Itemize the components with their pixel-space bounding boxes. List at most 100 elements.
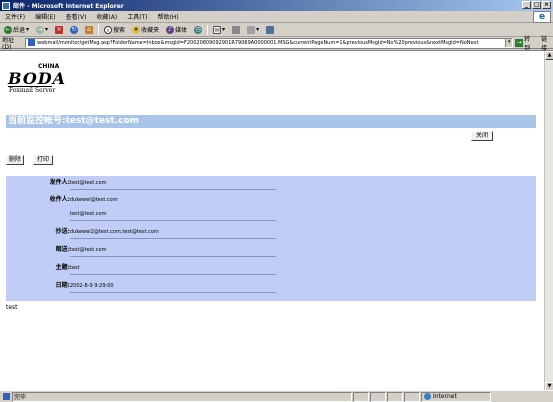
status-cell	[353, 391, 369, 402]
forward-button[interactable]: → ▾	[34, 25, 50, 34]
page-done-icon	[3, 393, 10, 400]
field-row-date: 日期: 2002-8-9 9:29:00	[6, 281, 276, 293]
window-title: 邮件 - Microsoft Internet Explorer	[13, 3, 124, 10]
page-icon	[28, 39, 36, 46]
ie-logo-icon: e	[533, 11, 551, 23]
toolbar-separator	[98, 24, 100, 35]
search-label: 搜索	[113, 27, 126, 34]
row-divider	[70, 256, 276, 257]
chevron-down-icon[interactable]: ▾	[45, 26, 48, 33]
refresh-icon: ↻	[70, 25, 79, 34]
chevron-down-icon[interactable]: ▾	[256, 26, 259, 33]
menu-help[interactable]: 帮助(H)	[153, 12, 184, 21]
date-label: 日期:	[55, 282, 70, 289]
field-row-bcc: 暗送: test@test.com	[6, 245, 276, 257]
field-row-from: 发件人: test@test.com	[6, 178, 276, 190]
search-button[interactable]: ⌕ 搜索	[102, 25, 127, 34]
back-button[interactable]: ← 后退 ▾	[2, 25, 31, 34]
go-label: 转到	[524, 35, 531, 52]
ie-page-icon	[2, 1, 10, 10]
field-row-cc: 抄送: dukewei2@test.com,test@test.com	[6, 227, 276, 239]
status-cell	[404, 391, 420, 402]
scroll-up-icon[interactable]: ▲	[545, 51, 553, 60]
menu-favorites[interactable]: 收藏(A)	[91, 12, 122, 21]
print-button-toolbar[interactable]	[230, 25, 242, 34]
menu-file[interactable]: 文件(F)	[0, 12, 30, 21]
history-icon: ◷	[194, 25, 203, 34]
cc-value: dukewei2@test.com,test@test.com	[70, 229, 159, 235]
row-divider	[70, 238, 276, 239]
edit-icon	[247, 25, 256, 34]
address-input[interactable]: webmail/monitor/getMsg.asp?FolderName=In…	[25, 37, 514, 48]
close-window-button[interactable]: ×	[542, 1, 551, 9]
subject-label: 主题:	[55, 264, 70, 271]
status-cell	[387, 391, 403, 402]
logo-subtitle: Foxmail Server	[9, 87, 56, 94]
address-label: 地址(D)	[2, 36, 15, 51]
row-divider	[70, 292, 276, 293]
delete-button[interactable]: 删除	[6, 155, 24, 165]
cc-label: 抄送:	[55, 228, 70, 235]
back-arrow-icon: ←	[4, 25, 12, 34]
field-row-to: 收件人: dukewei@test.com	[6, 195, 276, 205]
address-bar: 地址(D) webmail/monitor/getMsg.asp?FolderN…	[0, 34, 553, 52]
zone-label: Internet	[433, 392, 457, 400]
bcc-value: test@test.com	[70, 247, 107, 253]
go-button[interactable]: → 转到	[515, 34, 536, 52]
links-button[interactable]: 链接	[541, 34, 553, 52]
mail-icon: ✉	[213, 25, 222, 34]
scroll-down-icon[interactable]: ▼	[545, 382, 553, 390]
back-label: 后退	[13, 27, 26, 34]
media-label: 媒体	[175, 27, 188, 34]
menu-edit[interactable]: 编辑(E)	[30, 12, 60, 21]
security-zone: Internet	[421, 391, 491, 402]
media-button[interactable]: ♪ 媒体	[164, 25, 189, 34]
row-divider	[70, 220, 276, 221]
mail-body: test	[6, 304, 18, 311]
menu-view[interactable]: 查看(V)	[61, 12, 92, 21]
history-button[interactable]: ◷	[192, 25, 204, 34]
print-button[interactable]: 打印	[33, 155, 53, 165]
menu-tools[interactable]: 工具(T)	[122, 12, 152, 21]
to-value-2: test@test.com	[70, 211, 107, 217]
to-value: dukewei@test.com	[70, 197, 118, 203]
chevron-down-icon[interactable]: ▾	[26, 26, 29, 33]
chevron-down-icon[interactable]: ▾	[505, 38, 513, 47]
chevron-down-icon[interactable]: ▾	[222, 26, 225, 33]
maximize-button[interactable]: □	[532, 1, 541, 9]
favorites-label: 收藏夹	[141, 27, 160, 34]
search-icon: ⌕	[104, 25, 113, 34]
favorites-icon: ★	[132, 25, 141, 34]
address-url: webmail/monitor/getMsg.asp?FolderName=In…	[37, 39, 479, 46]
mail-button[interactable]: ✉ ▾	[211, 25, 227, 34]
globe-icon	[424, 393, 431, 400]
from-value: test@test.com	[70, 180, 107, 186]
toolbar-separator	[207, 24, 209, 35]
toolbar: ← 后退 ▾ → ▾ × ↻ ⌂ ⌕ 搜索 ★ 收藏夹 ♪ 媒体 ◷ ✉ ▾ ▾	[0, 23, 553, 37]
window-controls: _ □ ×	[522, 1, 551, 9]
status-cell	[370, 391, 386, 402]
discuss-icon	[266, 25, 275, 34]
favorites-button[interactable]: ★ 收藏夹	[130, 25, 161, 34]
discuss-button[interactable]	[264, 25, 276, 34]
mail-header-panel: 发件人: test@test.com 收件人: dukewei@test.com…	[6, 176, 536, 301]
print-icon	[232, 25, 241, 34]
bcc-label: 暗送:	[55, 246, 70, 253]
account-title-bar: 当前监控帐号:test@test.com	[6, 115, 536, 128]
status-text: 完毕	[12, 391, 352, 402]
row-divider	[70, 189, 276, 190]
menu-bar: 文件(F) 编辑(E) 查看(V) 收藏(A) 工具(T) 帮助(H) e	[0, 11, 553, 23]
edit-button[interactable]: ▾	[245, 25, 261, 34]
stop-icon: ×	[55, 25, 64, 34]
field-row-to-2: test@test.com	[6, 209, 276, 221]
vertical-scrollbar[interactable]: ▲ ▼	[544, 51, 553, 390]
subject-value: test	[70, 265, 80, 271]
title-bar: 邮件 - Microsoft Internet Explorer _ □ ×	[0, 0, 553, 11]
minimize-button[interactable]: _	[522, 1, 531, 9]
refresh-button[interactable]: ↻	[68, 25, 80, 34]
date-value: 2002-8-9 9:29:00	[70, 283, 114, 289]
home-icon: ⌂	[85, 25, 94, 34]
stop-button[interactable]: ×	[53, 25, 65, 34]
home-button[interactable]: ⌂	[83, 25, 95, 34]
close-button[interactable]: 关闭	[471, 131, 493, 141]
